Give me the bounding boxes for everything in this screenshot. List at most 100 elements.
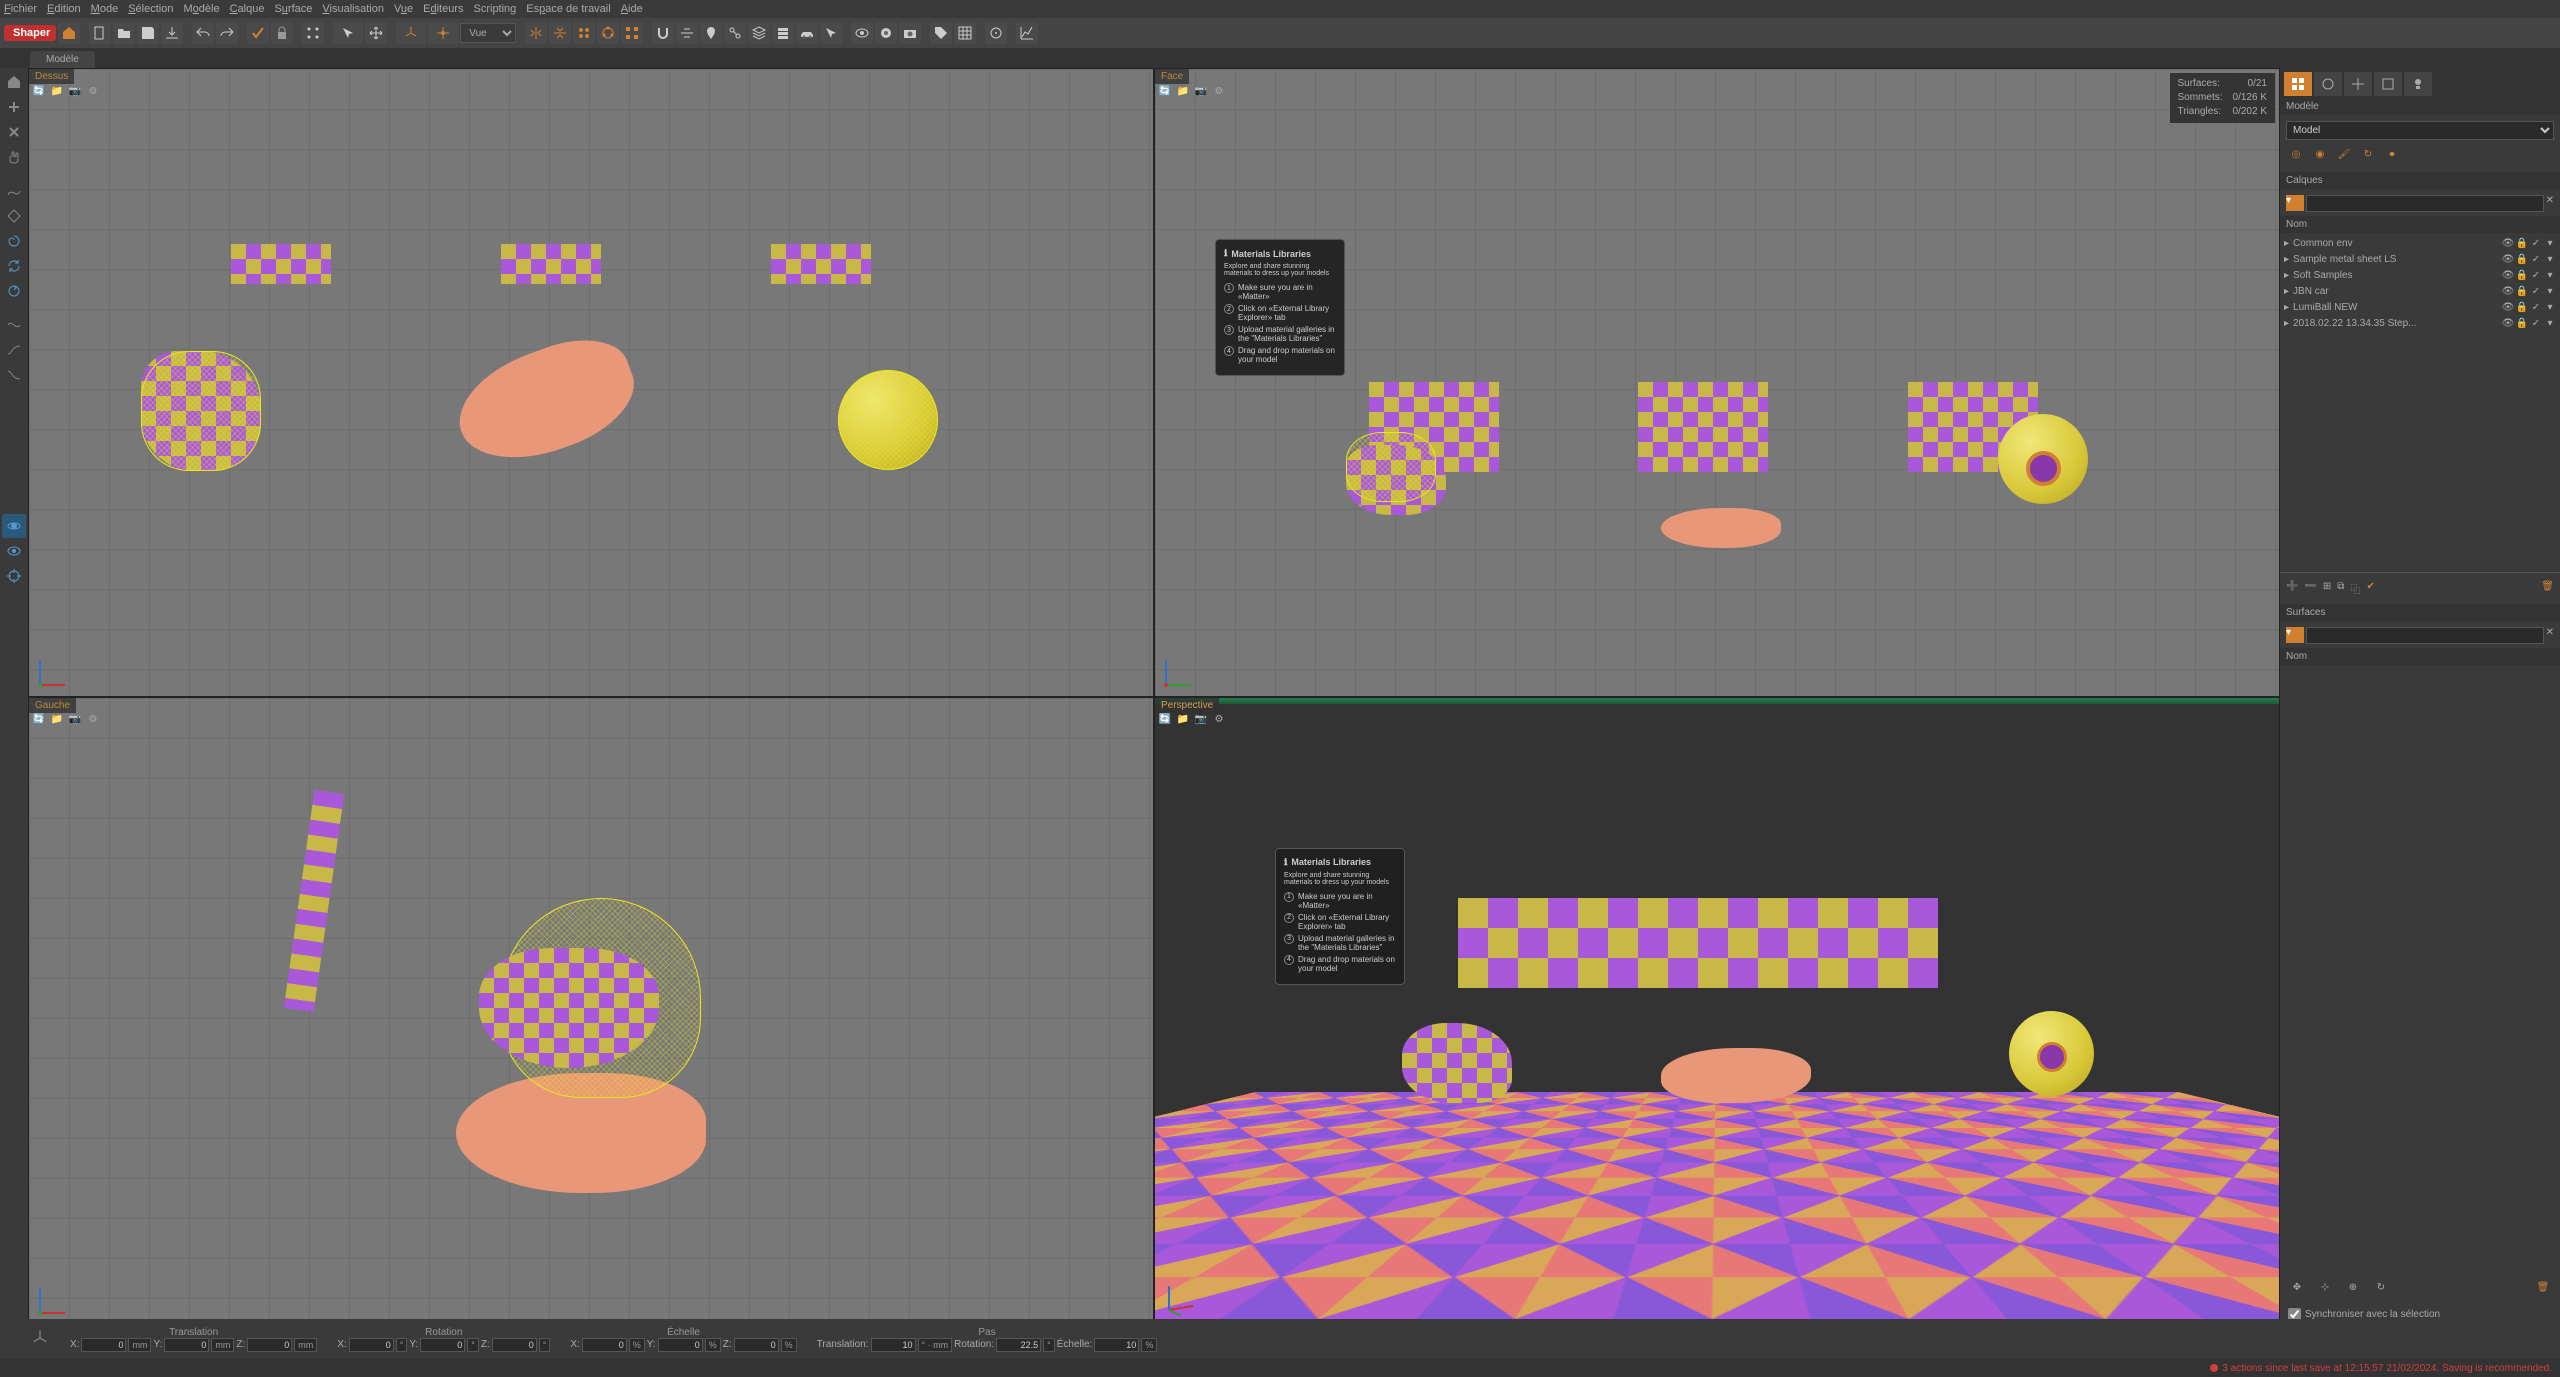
check-icon[interactable]: ✓ bbox=[2530, 269, 2542, 281]
vp-refresh-icon[interactable]: 🔄 bbox=[1157, 83, 1173, 99]
layer-row[interactable]: ▸Soft Samples👁🔒✓▾ bbox=[2280, 267, 2560, 283]
lt-target2-icon[interactable] bbox=[2, 564, 26, 588]
lt-home-icon[interactable] bbox=[2, 70, 26, 94]
visibility-icon[interactable]: 👁 bbox=[2502, 253, 2514, 265]
menu-visualisation[interactable]: Visualisation bbox=[322, 3, 384, 15]
menu-surface[interactable]: Surface bbox=[274, 3, 312, 15]
graph-icon[interactable] bbox=[1016, 22, 1038, 44]
menu-edition[interactable]: Edition bbox=[47, 3, 81, 15]
menu-scripting[interactable]: Scripting bbox=[474, 3, 517, 15]
rp-target-icon[interactable]: ◎ bbox=[2286, 144, 2306, 164]
check-icon[interactable]: ✓ bbox=[2530, 237, 2542, 249]
menu-editeurs[interactable]: Editeurs bbox=[423, 3, 463, 15]
car-icon[interactable] bbox=[796, 22, 818, 44]
model-select[interactable]: Model bbox=[2286, 121, 2554, 140]
link-icon[interactable] bbox=[724, 22, 746, 44]
visibility-icon[interactable]: 👁 bbox=[2502, 317, 2514, 329]
array-icon[interactable] bbox=[621, 22, 643, 44]
step-ech-input[interactable] bbox=[1094, 1338, 1139, 1352]
redo-icon[interactable] bbox=[216, 22, 238, 44]
undo-icon[interactable] bbox=[192, 22, 214, 44]
vp-camera-icon[interactable]: 📷 bbox=[1193, 712, 1209, 728]
sub-layer-icon[interactable]: ➖ bbox=[2304, 581, 2316, 596]
rx-input[interactable] bbox=[349, 1338, 394, 1352]
check-icon[interactable]: ✓ bbox=[2530, 253, 2542, 265]
add-layer-icon[interactable]: ➕ bbox=[2286, 581, 2298, 596]
rp-brush-icon[interactable]: 🖌 bbox=[2334, 144, 2354, 164]
delete2-icon[interactable]: 🗑 bbox=[2532, 1276, 2554, 1298]
lock-icon[interactable]: 🔒 bbox=[2516, 237, 2528, 249]
viewport-perspective[interactable]: Perspective 🔄 📁 📷 ⚙ ℹMaterials Libraries… bbox=[1155, 698, 2279, 1325]
view-mode-select[interactable]: Vue bbox=[460, 23, 516, 43]
clear-filter2-icon[interactable]: ✕ bbox=[2546, 627, 2554, 644]
vp-gear-icon[interactable]: ⚙ bbox=[1211, 712, 1227, 728]
translate-icon[interactable] bbox=[365, 22, 387, 44]
rz-input[interactable] bbox=[492, 1338, 537, 1352]
ry-input[interactable] bbox=[420, 1338, 465, 1352]
eye-icon[interactable] bbox=[851, 22, 873, 44]
lt-view-icon[interactable] bbox=[2, 539, 26, 563]
lock-icon[interactable]: 🔒 bbox=[2516, 317, 2528, 329]
align-icon[interactable] bbox=[676, 22, 698, 44]
vp-folder-icon[interactable]: 📁 bbox=[1175, 712, 1191, 728]
pin-icon[interactable] bbox=[700, 22, 722, 44]
tz-input[interactable] bbox=[247, 1338, 292, 1352]
visibility-icon[interactable]: 👁 bbox=[2502, 269, 2514, 281]
sym-x-icon[interactable] bbox=[525, 22, 547, 44]
lock-icon[interactable]: 🔒 bbox=[2516, 269, 2528, 281]
gizmo-icon[interactable] bbox=[396, 22, 426, 44]
layer-filter-input[interactable] bbox=[2306, 195, 2544, 212]
import-icon[interactable] bbox=[161, 22, 183, 44]
record-icon[interactable] bbox=[875, 22, 897, 44]
vp-camera-icon[interactable]: 📷 bbox=[67, 712, 83, 728]
menu-mode[interactable]: Mode bbox=[91, 3, 119, 15]
apply2-icon[interactable]: ✔ bbox=[2366, 581, 2374, 596]
tag-icon[interactable] bbox=[930, 22, 952, 44]
layers-icon[interactable] bbox=[748, 22, 770, 44]
chevron-down-icon[interactable]: ▾ bbox=[2544, 253, 2556, 265]
merge-icon[interactable]: ⧉ bbox=[2337, 581, 2344, 596]
lt-spline-icon[interactable] bbox=[2, 179, 26, 203]
tab-modele[interactable]: Modèle bbox=[30, 51, 95, 68]
filter-icon[interactable]: ▾ bbox=[2286, 195, 2304, 211]
rp-tab-3-icon[interactable] bbox=[2344, 72, 2372, 96]
vp-refresh-icon[interactable]: 🔄 bbox=[1157, 712, 1173, 728]
sym-xy-icon[interactable] bbox=[573, 22, 595, 44]
cursor-icon[interactable] bbox=[820, 22, 842, 44]
rp-rotate-icon[interactable]: ↻ bbox=[2358, 144, 2378, 164]
rp-tab-model-icon[interactable] bbox=[2284, 72, 2312, 96]
move-mode-icon[interactable] bbox=[428, 22, 458, 44]
circular-icon[interactable] bbox=[597, 22, 619, 44]
visibility-icon[interactable]: 👁 bbox=[2502, 237, 2514, 249]
lt-curve1-icon[interactable] bbox=[2, 313, 26, 337]
layer-row[interactable]: ▸2018.02.22 13.34.35 Step...👁🔒✓▾ bbox=[2280, 315, 2560, 331]
duplicate-icon[interactable]: ⿻ bbox=[2350, 581, 2360, 596]
lt-curve2-icon[interactable] bbox=[2, 338, 26, 362]
menu-selection[interactable]: Sélection bbox=[128, 3, 173, 15]
snap-icon[interactable] bbox=[302, 22, 324, 44]
menu-espace[interactable]: Espace de travail bbox=[526, 3, 610, 15]
lock-icon[interactable]: 🔒 bbox=[2516, 253, 2528, 265]
menu-fichier[interactable]: Fichier bbox=[4, 3, 37, 15]
vp-gear-icon[interactable]: ⚙ bbox=[85, 712, 101, 728]
layer-row[interactable]: ▸Common env👁🔒✓▾ bbox=[2280, 235, 2560, 251]
vp-folder-icon[interactable]: 📁 bbox=[49, 712, 65, 728]
lt-cycle2-icon[interactable] bbox=[2, 279, 26, 303]
surface-filter-input[interactable] bbox=[2306, 627, 2544, 644]
viewport-left[interactable]: Gauche 🔄 📁 📷 ⚙ bbox=[29, 698, 1153, 1325]
group-icon[interactable]: ⊞ bbox=[2323, 581, 2331, 596]
save-icon[interactable] bbox=[137, 22, 159, 44]
lt-hand-icon[interactable] bbox=[2, 145, 26, 169]
sy-input[interactable] bbox=[658, 1338, 703, 1352]
viewport-top[interactable]: Dessus 🔄 📁 📷 ⚙ bbox=[29, 69, 1153, 696]
layer-row[interactable]: ▸LumiBall NEW👁🔒✓▾ bbox=[2280, 299, 2560, 315]
sym-y-icon[interactable] bbox=[549, 22, 571, 44]
ty-input[interactable] bbox=[164, 1338, 209, 1352]
menu-aide[interactable]: Aide bbox=[621, 3, 643, 15]
vp-refresh-icon[interactable]: 🔄 bbox=[31, 712, 47, 728]
visibility-icon[interactable]: 👁 bbox=[2502, 301, 2514, 313]
layer-row[interactable]: ▸Sample metal sheet LS👁🔒✓▾ bbox=[2280, 251, 2560, 267]
lt-diamond-icon[interactable] bbox=[2, 204, 26, 228]
camera-icon[interactable] bbox=[899, 22, 921, 44]
vp-camera-icon[interactable]: 📷 bbox=[1193, 83, 1209, 99]
